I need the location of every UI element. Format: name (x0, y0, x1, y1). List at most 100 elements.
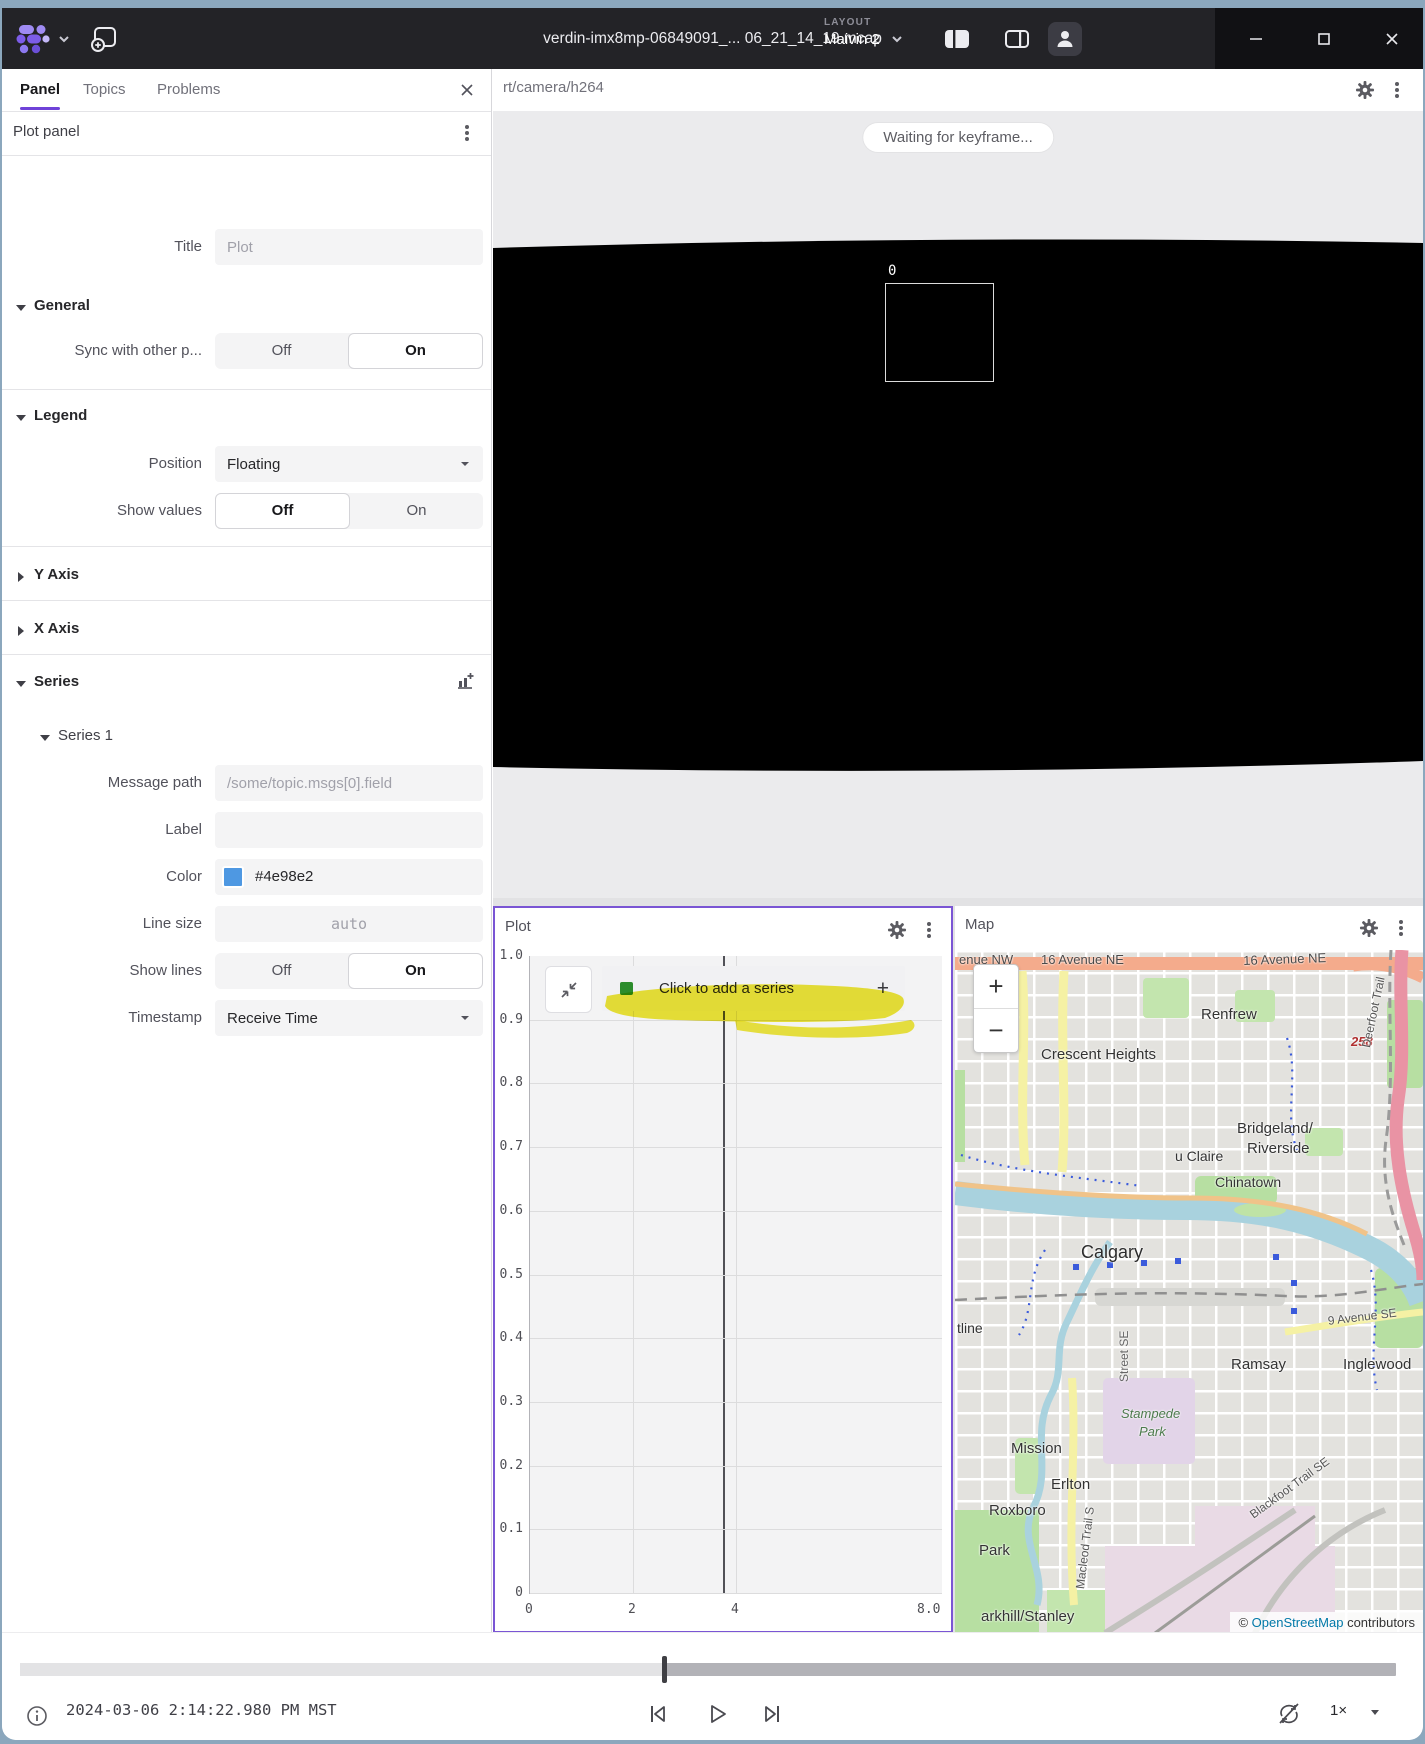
skip-backward-icon (651, 1706, 665, 1722)
playback-speed[interactable]: 1× (1330, 1702, 1347, 1719)
plot-settings-button[interactable] (883, 916, 911, 944)
y-axis-tick: 0.8 (499, 1075, 523, 1091)
tab-topics[interactable]: Topics (83, 69, 126, 110)
map-label: Stampede (1121, 1406, 1181, 1421)
sidebar-left-icon (945, 30, 969, 48)
position-row: Position Floating (2, 446, 491, 482)
right-sidebar-toggle-button[interactable] (1000, 22, 1034, 56)
chevron-down-icon (16, 681, 26, 687)
legend-position-select[interactable]: Floating (215, 446, 483, 482)
map-label: Riverside (1247, 1140, 1310, 1157)
title-field-label: Title (174, 238, 202, 255)
add-series-button[interactable] (451, 667, 479, 695)
sync-toggle-off[interactable]: Off (215, 333, 348, 369)
label-input[interactable] (215, 812, 483, 848)
plot-menu-button[interactable] (915, 916, 943, 944)
plot-chart-area[interactable] (529, 956, 942, 1594)
map-label: Erlton (1051, 1476, 1091, 1493)
camera-settings-button[interactable] (1351, 76, 1379, 104)
series-1-toggle[interactable]: Series 1 (2, 723, 491, 753)
sidebar-close-button[interactable] (453, 76, 481, 104)
left-sidebar-toggle-button[interactable] (940, 22, 974, 56)
x-axis-section-toggle[interactable]: X Axis (2, 616, 491, 646)
app-window: verdin-imx8mp-06849091_... 06_21_14_19.m… (2, 8, 1423, 1740)
close-button[interactable] (1378, 26, 1406, 52)
section-label: Y Axis (34, 566, 80, 583)
repeat-off-icon (1279, 1703, 1299, 1724)
divider (2, 389, 491, 390)
map-label: Roxboro (989, 1502, 1046, 1519)
color-label: Color (166, 868, 202, 885)
y-axis-tick: 0 (515, 1585, 523, 1600)
tab-problems[interactable]: Problems (157, 69, 220, 110)
app-menu-button[interactable] (15, 8, 71, 69)
map-label: Crescent Heights (1041, 1046, 1157, 1063)
map-canvas[interactable]: enue NW 16 Avenue NE 16 Avenue NE Renfrew 25… (955, 950, 1423, 1633)
maximize-button[interactable] (1310, 26, 1338, 52)
minimize-button[interactable] (1242, 26, 1270, 52)
title-bar: verdin-imx8mp-06849091_... 06_21_14_19.m… (2, 8, 1423, 69)
show-lines-toggle: Off On (215, 953, 483, 989)
play-button[interactable] (702, 1699, 732, 1729)
add-series-legend-button[interactable]: Click to add a series + (602, 966, 905, 1011)
layout-name: Maivin 2 (824, 31, 880, 48)
layout-chevron-icon[interactable] (890, 34, 904, 44)
show-lines-toggle-off[interactable]: Off (215, 953, 348, 989)
timestamp-info-button[interactable] (22, 1701, 52, 1731)
zoom-in-button[interactable]: + (974, 965, 1018, 1009)
x-axis-tick: 8.0 (917, 1602, 941, 1617)
camera-menu-button[interactable] (1383, 76, 1411, 104)
account-button[interactable] (1048, 22, 1082, 56)
message-path-input[interactable] (215, 765, 483, 801)
seek-bar[interactable] (20, 1656, 1396, 1683)
section-label: General (34, 297, 90, 314)
panel-settings-menu-button[interactable] (453, 119, 481, 147)
color-swatch[interactable] (222, 866, 244, 888)
color-input[interactable]: #4e98e2 (215, 859, 483, 895)
zoom-out-button[interactable]: − (974, 1009, 1018, 1052)
map-label: 16 Avenue NE (1041, 952, 1124, 967)
sync-toggle-on[interactable]: On (348, 333, 483, 369)
openstreetmap-link[interactable]: OpenStreetMap (1252, 1615, 1344, 1630)
skip-backward-button[interactable] (642, 1699, 672, 1729)
show-values-toggle-off[interactable]: Off (215, 493, 350, 529)
layout-label: LAYOUT (824, 17, 872, 28)
line-size-label: Line size (142, 915, 202, 932)
map-label: Park (979, 1542, 1010, 1559)
kebab-icon (1399, 926, 1403, 930)
series-section-toggle[interactable]: Series (2, 669, 491, 699)
timestamp-select[interactable]: Receive Time (215, 1000, 483, 1036)
speed-chevron-icon[interactable] (1368, 1708, 1382, 1718)
timestamp-row: Timestamp Receive Time (2, 1000, 491, 1036)
legend-add-series-text: Click to add a series (659, 980, 795, 997)
legend-section-toggle[interactable]: Legend (2, 403, 491, 433)
title-input[interactable] (215, 229, 483, 265)
tab-panel[interactable]: Panel (20, 69, 61, 110)
y-axis-tick: 0.6 (499, 1202, 523, 1218)
skip-forward-button[interactable] (758, 1699, 788, 1729)
layout-selector[interactable]: LAYOUT Maivin 2 (824, 17, 880, 48)
repeat-off-button[interactable] (1274, 1699, 1304, 1729)
chevron-right-icon (18, 572, 24, 582)
map-settings-button[interactable] (1355, 914, 1383, 942)
show-values-toggle-on[interactable]: On (350, 493, 483, 529)
seek-playhead-handle[interactable] (661, 1656, 667, 1683)
map-menu-button[interactable] (1387, 914, 1415, 942)
panel-resize-handle[interactable] (493, 898, 1423, 906)
close-icon (1386, 33, 1398, 45)
y-axis-section-toggle[interactable]: Y Axis (2, 562, 491, 592)
workspace-chevron-icon (59, 35, 69, 42)
general-section-toggle[interactable]: General (2, 293, 491, 323)
chevron-down-icon (461, 1016, 469, 1020)
legend-collapse-button[interactable] (545, 966, 592, 1013)
show-lines-toggle-on[interactable]: On (348, 953, 483, 989)
camera-panel-header: rt/camera/h264 (493, 69, 1423, 111)
plot-panel: Plot 1.0 0.9 0.8 0.7 0.6 0.5 0.4 0.3 0.2 0.1 0 0 2 4… (493, 906, 953, 1633)
plot-panel-title: Plot (505, 918, 531, 935)
y-axis-tick: 0.4 (499, 1330, 523, 1346)
line-size-input[interactable] (215, 906, 483, 942)
y-axis-tick: 0.2 (499, 1457, 523, 1473)
add-panel-button[interactable] (88, 8, 120, 69)
map-label: Street SE (1117, 1330, 1131, 1382)
timestamp-value: Receive Time (227, 1009, 318, 1027)
